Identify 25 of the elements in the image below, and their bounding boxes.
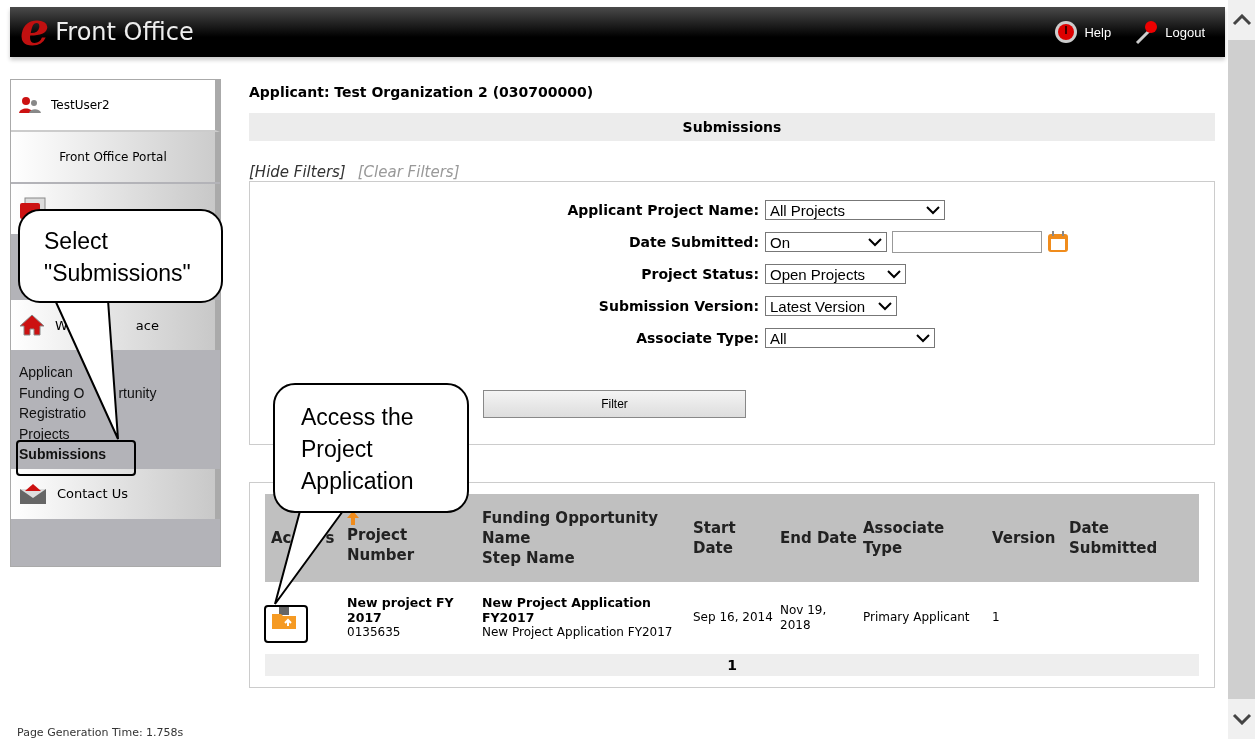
nav-label: Contact Us bbox=[57, 486, 128, 501]
app-title: Front Office bbox=[55, 18, 194, 46]
column-header: Funding Opportunity Name Step Name bbox=[476, 494, 687, 582]
table-cell-text: Nov 19, 2018 bbox=[779, 601, 828, 634]
nav-label: ace bbox=[135, 317, 159, 333]
generation-time: Page Generation Time: 1.758s bbox=[17, 726, 185, 739]
table-cell-text: Primary Applicant bbox=[862, 609, 971, 626]
applicant-heading: Applicant: Test Organization 2 (030700000) bbox=[249, 83, 595, 100]
filter-label: Date Submitted: bbox=[627, 234, 759, 250]
section-title: Submissions bbox=[249, 113, 1215, 141]
table-cell-text: New project FY 2017 0135635 bbox=[346, 594, 455, 641]
column-header: Start Date bbox=[687, 494, 774, 582]
filter-label: Associate Type: bbox=[635, 330, 759, 346]
filter-label: Project Status: bbox=[640, 266, 759, 282]
logo-letter: e bbox=[20, 6, 50, 52]
filter-label: Applicant Project Name: bbox=[566, 202, 759, 218]
column-header: Date Submitted bbox=[1063, 494, 1199, 582]
table-cell-text: 1 bbox=[991, 609, 1001, 626]
column-header: Associate Type bbox=[857, 494, 986, 582]
column-header: End Date bbox=[774, 494, 857, 582]
table-cell-text: Sep 16, 2014 bbox=[692, 609, 774, 626]
user-name: TestUser2 bbox=[51, 98, 110, 112]
table-cell-text: New Project Application FY2017 New Project Application FY2017 bbox=[481, 594, 674, 641]
column-header: Version bbox=[986, 494, 1063, 582]
filter-label: Submission Version: bbox=[597, 298, 759, 314]
